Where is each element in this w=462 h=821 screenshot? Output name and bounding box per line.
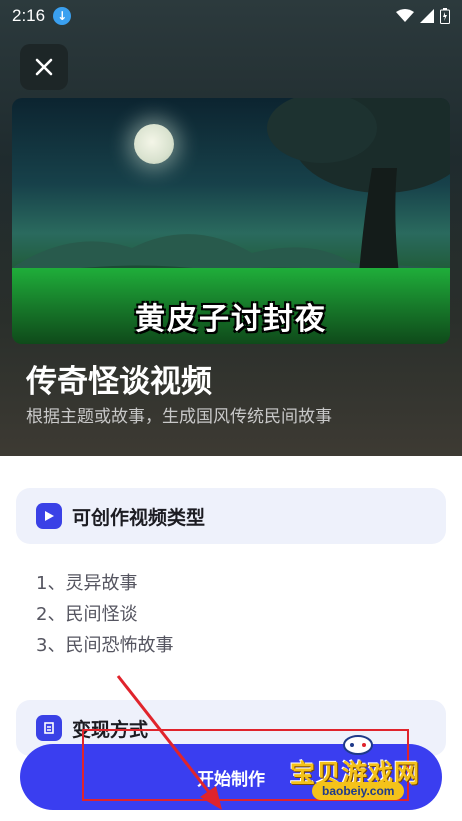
battery-icon xyxy=(440,8,450,24)
video-types-list: 1、灵异故事 2、民间怪谈 3、民间恐怖故事 xyxy=(36,568,173,661)
video-types-card: 可创作视频类型 xyxy=(16,488,446,544)
video-play-icon xyxy=(36,503,62,529)
status-time: 2:16 xyxy=(12,6,46,25)
status-bar: 2:16 ↓ xyxy=(0,0,462,32)
hero-section: 2:16 ↓ 黄皮子讨封夜 传奇怪谈视频 根据主题或故事，生成国风传统民间故事 xyxy=(0,0,462,456)
document-icon xyxy=(36,715,62,741)
watermark-url: baobeiy.com xyxy=(312,782,405,800)
close-button[interactable] xyxy=(20,44,68,90)
video-types-title: 可创作视频类型 xyxy=(72,506,206,529)
list-item: 3、民间恐怖故事 xyxy=(36,635,174,656)
site-watermark: 宝贝游戏网 baobeiy.com xyxy=(286,730,436,810)
download-icon: ↓ xyxy=(53,7,72,25)
moon-illustration xyxy=(134,124,174,164)
preview-thumbnail: 黄皮子讨封夜 xyxy=(12,98,450,344)
page-subtitle: 根据主题或故事，生成国风传统民间故事 xyxy=(26,407,332,427)
gamepad-mascot-icon xyxy=(343,735,373,755)
signal-icon xyxy=(420,9,434,23)
page-title: 传奇怪谈视频 xyxy=(26,364,212,400)
close-icon xyxy=(35,58,53,76)
wifi-icon xyxy=(396,9,414,22)
thumbnail-caption: 黄皮子讨封夜 xyxy=(135,302,327,337)
list-item: 2、民间怪谈 xyxy=(36,604,138,625)
list-item: 1、灵异故事 xyxy=(36,573,138,594)
